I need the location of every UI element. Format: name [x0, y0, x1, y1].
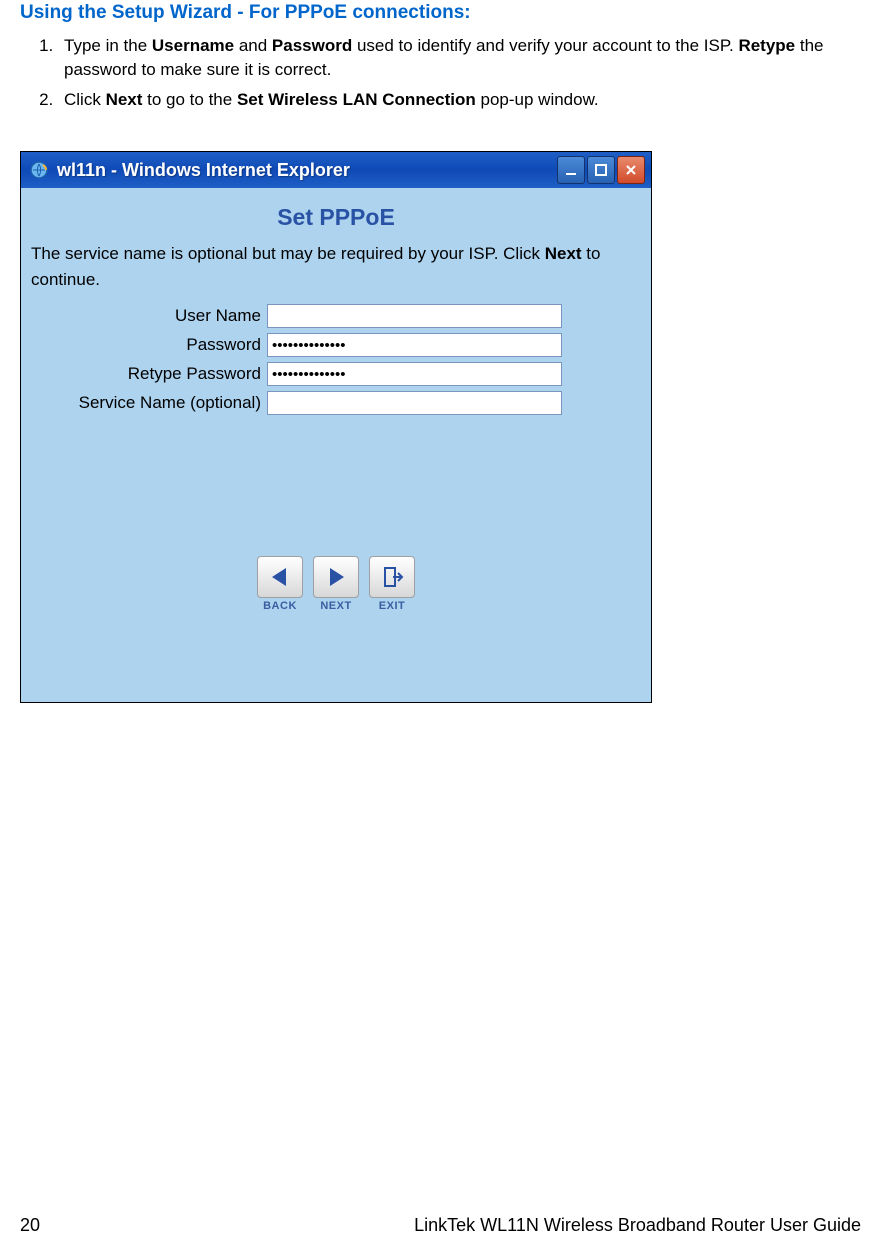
next-label: NEXT — [312, 600, 360, 612]
text: and — [234, 36, 272, 55]
window-client-area: Set PPPoE The service name is optional b… — [21, 188, 651, 702]
text: pop-up window. — [476, 90, 599, 109]
window-title: wl11n - Windows Internet Explorer — [57, 160, 557, 181]
minimize-button[interactable] — [557, 156, 585, 184]
back-button[interactable]: BACK — [256, 556, 304, 612]
row-password: Password — [31, 333, 641, 357]
page-footer: 20 LinkTek WL11N Wireless Broadband Rout… — [20, 1215, 861, 1236]
maximize-button[interactable] — [587, 156, 615, 184]
password-input[interactable] — [267, 333, 562, 357]
password-label: Password — [31, 335, 267, 355]
next-button[interactable]: NEXT — [312, 556, 360, 612]
username-input[interactable] — [267, 304, 562, 328]
row-service: Service Name (optional) — [31, 391, 641, 415]
instruction-step-2: Click Next to go to the Set Wireless LAN… — [58, 88, 861, 112]
next-icon — [313, 556, 359, 598]
screenshot-window: wl11n - Windows Internet Explorer Set PP… — [20, 151, 652, 703]
guide-title: LinkTek WL11N Wireless Broadband Router … — [414, 1215, 861, 1236]
bold-text: Username — [152, 36, 234, 55]
text: Type in the — [64, 36, 152, 55]
window-titlebar: wl11n - Windows Internet Explorer — [21, 152, 651, 188]
instruction-list: Type in the Username and Password used t… — [58, 34, 861, 111]
ie-icon — [29, 160, 49, 180]
section-heading: Using the Setup Wizard - For PPPoE conne… — [20, 2, 861, 24]
bold-text: Set Wireless LAN Connection — [237, 90, 476, 109]
text: used to identify and verify your account… — [352, 36, 738, 55]
text: The service name is optional but may be … — [31, 244, 545, 263]
close-button[interactable] — [617, 156, 645, 184]
service-label: Service Name (optional) — [31, 393, 267, 413]
wizard-description: The service name is optional but may be … — [21, 241, 651, 296]
retype-label: Retype Password — [31, 364, 267, 384]
back-icon — [257, 556, 303, 598]
page-number: 20 — [20, 1215, 40, 1236]
text: Click — [64, 90, 106, 109]
row-retype: Retype Password — [31, 362, 641, 386]
bold-text: Retype — [738, 36, 795, 55]
exit-icon — [369, 556, 415, 598]
retype-password-input[interactable] — [267, 362, 562, 386]
wizard-title: Set PPPoE — [21, 188, 651, 241]
instruction-step-1: Type in the Username and Password used t… — [58, 34, 861, 82]
text: to go to the — [142, 90, 237, 109]
window-controls — [557, 156, 645, 184]
exit-label: EXIT — [368, 600, 416, 612]
bold-text: Next — [545, 244, 582, 263]
wizard-nav: BACK NEXT EXIT — [21, 436, 651, 702]
bold-text: Next — [106, 90, 143, 109]
row-username: User Name — [31, 304, 641, 328]
back-label: BACK — [256, 600, 304, 612]
bold-text: Password — [272, 36, 352, 55]
service-name-input[interactable] — [267, 391, 562, 415]
username-label: User Name — [31, 306, 267, 326]
exit-button[interactable]: EXIT — [368, 556, 416, 612]
form: User Name Password Retype Password Servi… — [21, 296, 651, 436]
